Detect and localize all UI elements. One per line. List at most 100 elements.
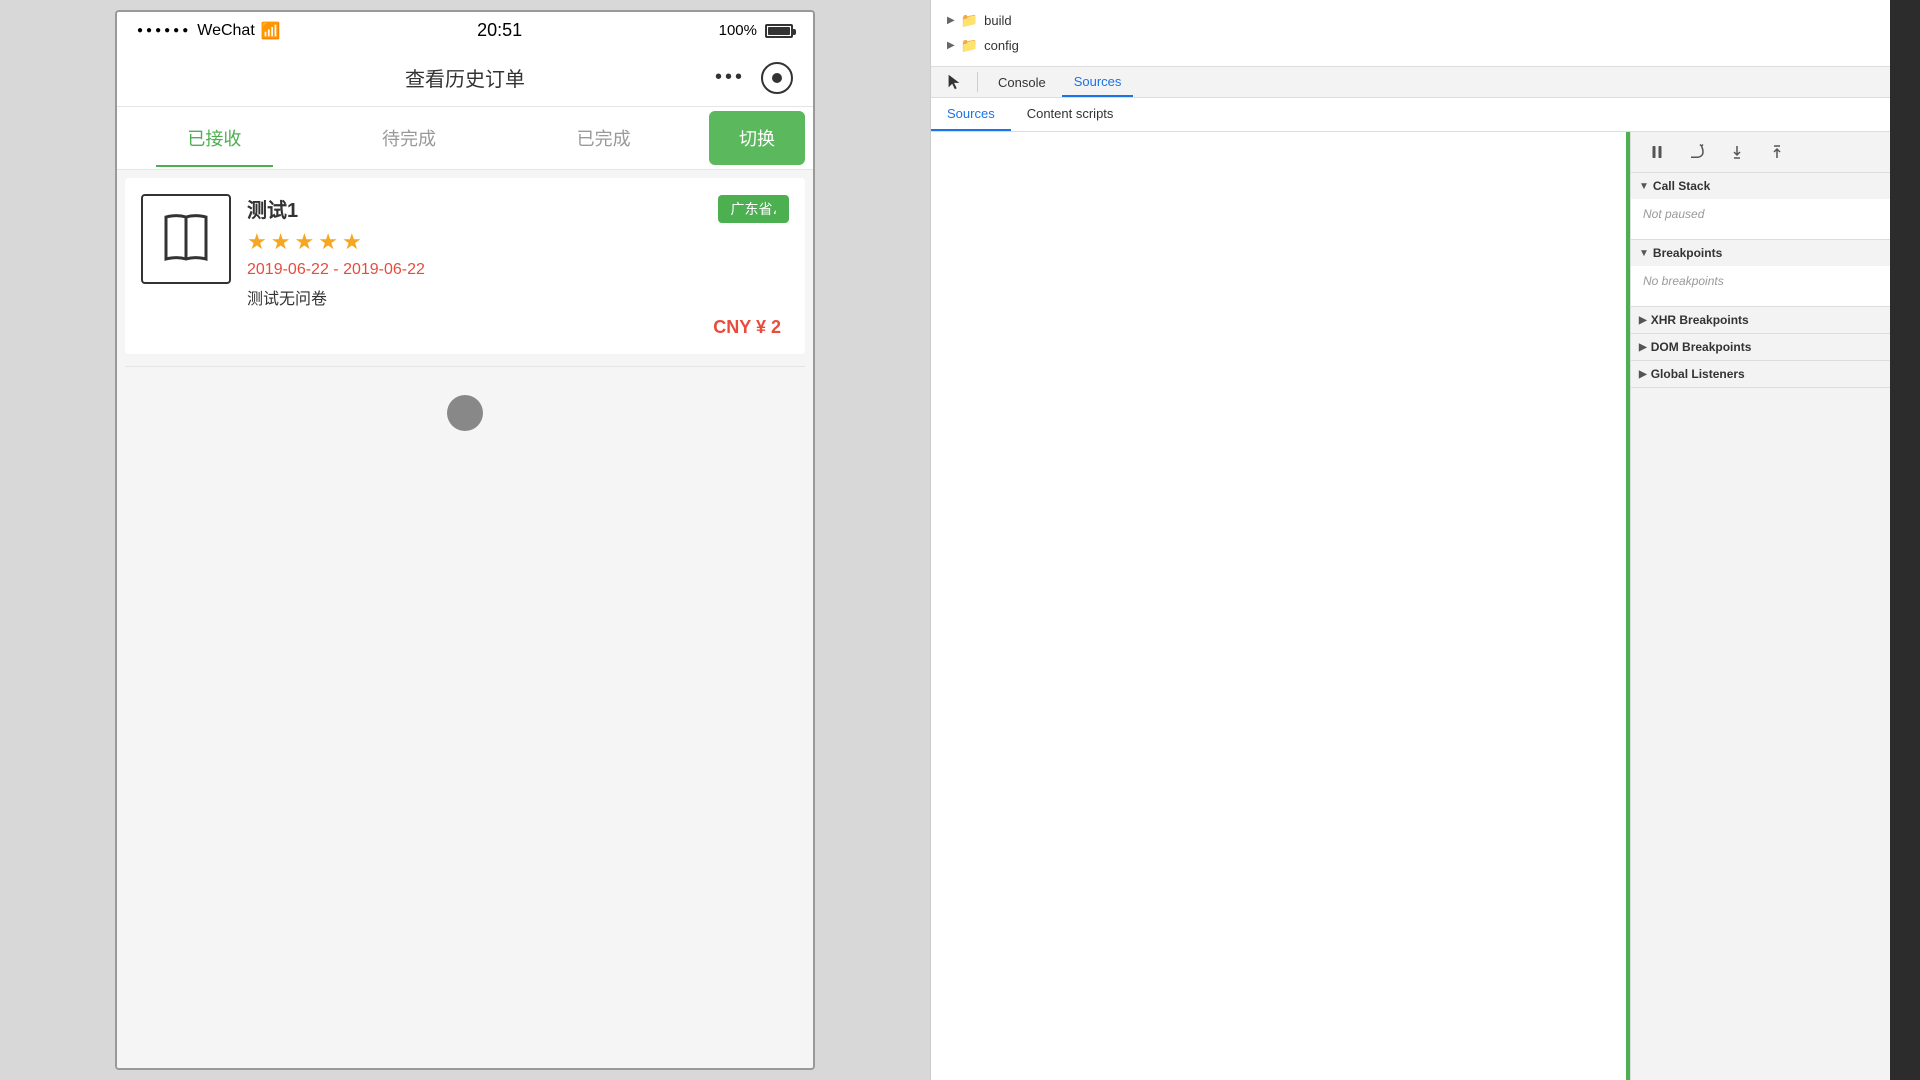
breakpoints-label: Breakpoints (1653, 246, 1722, 260)
call-stack-section: ▼ Call Stack Not paused (1631, 173, 1890, 240)
pause-icon (1648, 143, 1666, 161)
book-icon (156, 209, 216, 269)
call-stack-empty-text: Not paused (1643, 207, 1704, 221)
file-tree: ▶ 📁 build ▶ 📁 config (931, 0, 1890, 67)
green-line-indicator (1626, 132, 1630, 1080)
xhr-breakpoints-header[interactable]: ▶ XHR Breakpoints (1631, 307, 1890, 333)
order-title-row: 测试1 广东省، (247, 194, 789, 223)
tree-arrow-config: ▶ (947, 40, 955, 51)
sources-sub-tab-content[interactable]: Content scripts (1011, 98, 1130, 131)
questionnaire-label: 测试无问卷 (247, 285, 789, 309)
content-area[interactable]: 测试1 广东省، ★ ★ ★ ★ ★ 2019-06-22 - 2019-06-… (117, 170, 813, 1068)
tab-completed-label: 已完成 (577, 129, 631, 149)
record-button[interactable] (761, 62, 793, 94)
tab-divider (977, 72, 978, 92)
xhr-breakpoints-section: ▶ XHR Breakpoints (1631, 307, 1890, 334)
status-right: 100% (719, 22, 793, 39)
step-into-icon (1728, 143, 1746, 161)
sources-tabs: Sources Content scripts (931, 98, 1890, 132)
breakpoints-arrow: ▼ (1639, 248, 1649, 259)
dom-breakpoints-label: DOM Breakpoints (1651, 340, 1752, 354)
order-header: 测试1 广东省، ★ ★ ★ ★ ★ 2019-06-22 - 2019-06-… (141, 194, 789, 317)
pause-button[interactable] (1643, 138, 1671, 166)
tree-item-build[interactable]: ▶ 📁 build (931, 8, 1890, 33)
price-row: CNY ¥ 2 (141, 317, 789, 338)
devtools-panel: ▶ 📁 build ▶ 📁 config Console Sources Sou… (930, 0, 1890, 1080)
tab-pending[interactable]: 待完成 (312, 109, 507, 167)
step-out-icon (1768, 143, 1786, 161)
cursor-button[interactable] (939, 67, 969, 97)
star-5: ★ (342, 229, 362, 255)
status-left: ●●●●●● WeChat 📶 (137, 21, 281, 41)
global-listeners-label: Global Listeners (1651, 367, 1745, 381)
header-icons: ••• (715, 62, 793, 94)
dom-breakpoints-section: ▶ DOM Breakpoints (1631, 334, 1890, 361)
call-stack-header[interactable]: ▼ Call Stack (1631, 173, 1890, 199)
card-divider (125, 366, 805, 367)
global-listeners-arrow: ▶ (1639, 369, 1647, 380)
order-card: 测试1 广东省، ★ ★ ★ ★ ★ 2019-06-22 - 2019-06-… (125, 178, 805, 354)
xhr-arrow: ▶ (1639, 315, 1647, 326)
status-time: 20:51 (281, 20, 719, 41)
call-stack-arrow: ▼ (1639, 181, 1649, 192)
call-stack-label: Call Stack (1653, 179, 1710, 193)
status-bar: ●●●●●● WeChat 📶 20:51 100% (117, 12, 813, 49)
tab-received-label: 已接收 (187, 129, 241, 149)
dom-arrow: ▶ (1639, 342, 1647, 353)
more-options-icon[interactable]: ••• (715, 66, 745, 89)
tree-label-build: build (984, 13, 1011, 28)
right-edge (1890, 0, 1920, 1080)
star-4: ★ (318, 229, 338, 255)
tab-pending-label: 待完成 (382, 129, 436, 149)
tab-received[interactable]: 已接收 (117, 109, 312, 167)
order-info: 测试1 广东省، ★ ★ ★ ★ ★ 2019-06-22 - 2019-06-… (247, 194, 789, 317)
sources-sub-tab-sources[interactable]: Sources (931, 98, 1011, 131)
tab-sources-main-label: Sources (1074, 74, 1122, 89)
breakpoints-section: ▼ Breakpoints No breakpoints (1631, 240, 1890, 307)
step-over-button[interactable] (1683, 138, 1711, 166)
tab-console[interactable]: Console (986, 69, 1058, 96)
tree-arrow-build: ▶ (947, 15, 955, 26)
xhr-breakpoints-label: XHR Breakpoints (1651, 313, 1749, 327)
tab-console-label: Console (998, 75, 1046, 90)
tree-label-config: config (984, 38, 1019, 53)
breakpoints-header[interactable]: ▼ Breakpoints (1631, 240, 1890, 266)
star-2: ★ (271, 229, 291, 255)
page-title: 查看历史订单 (405, 63, 525, 92)
call-stack-content: Not paused (1631, 199, 1890, 239)
tab-switch-label: 切换 (739, 129, 775, 149)
dom-breakpoints-header[interactable]: ▶ DOM Breakpoints (1631, 334, 1890, 360)
battery-icon (765, 24, 793, 38)
folder-icon-config: 📁 (961, 37, 978, 54)
step-into-button[interactable] (1723, 138, 1751, 166)
content-scripts-tab-label: Content scripts (1027, 106, 1114, 121)
signal-dots: ●●●●●● (137, 25, 191, 36)
stars-row: ★ ★ ★ ★ ★ (247, 229, 789, 255)
debugger-toolbar (1631, 132, 1890, 173)
date-range: 2019-06-22 - 2019-06-22 (247, 261, 789, 279)
tree-item-config[interactable]: ▶ 📁 config (931, 33, 1890, 58)
tab-switch-button[interactable]: 切换 (709, 111, 805, 165)
battery-percent: 100% (719, 22, 757, 39)
page-header: 查看历史订单 ••• (117, 49, 813, 107)
book-icon-wrapper (141, 194, 231, 284)
step-over-icon (1688, 143, 1706, 161)
battery-fill (768, 27, 790, 35)
step-out-button[interactable] (1763, 138, 1791, 166)
loading-dot (447, 395, 483, 431)
tab-completed[interactable]: 已完成 (506, 109, 701, 167)
debugger-panel: ▼ Call Stack Not paused ▼ Breakpoints No… (1630, 132, 1890, 1080)
folder-icon-build: 📁 (961, 12, 978, 29)
breakpoints-empty-text: No breakpoints (1643, 274, 1724, 288)
star-1: ★ (247, 229, 267, 255)
sources-tab-label: Sources (947, 106, 995, 121)
sources-content (931, 132, 1630, 1080)
global-listeners-header[interactable]: ▶ Global Listeners (1631, 361, 1890, 387)
sources-main: ▼ Call Stack Not paused ▼ Breakpoints No… (931, 132, 1890, 1080)
devtools-tabs: Console Sources (931, 67, 1890, 98)
tab-sources-main[interactable]: Sources (1062, 68, 1134, 97)
cursor-icon (945, 73, 963, 91)
phone-simulator-area: ●●●●●● WeChat 📶 20:51 100% 查看历史订单 ••• (0, 0, 930, 1080)
star-3: ★ (294, 229, 314, 255)
global-listeners-section: ▶ Global Listeners (1631, 361, 1890, 388)
